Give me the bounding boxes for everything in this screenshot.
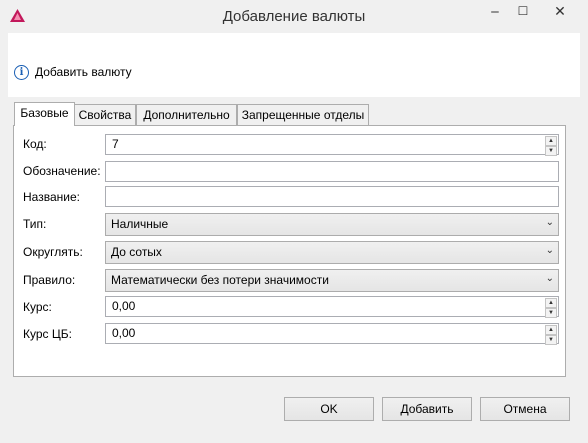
chevron-down-icon: ⌄ bbox=[545, 217, 554, 228]
type-label: Тип: bbox=[23, 217, 47, 231]
cb-rate-spin-buttons[interactable]: ▲ ▼ bbox=[545, 325, 557, 345]
cb-rate-label: Курс ЦБ: bbox=[23, 327, 72, 341]
code-stepper[interactable]: 7 ▲ ▼ bbox=[105, 134, 559, 156]
name-field[interactable] bbox=[105, 186, 559, 207]
dialog-window: Добавление валюты ‒ ☐ ✕ i Добавить валют… bbox=[0, 0, 588, 443]
code-value: 7 bbox=[112, 137, 119, 151]
rounding-label: Округлять: bbox=[23, 245, 83, 259]
header-banner: i Добавить валюту bbox=[8, 33, 580, 97]
info-icon: i bbox=[14, 65, 29, 80]
rate-spin-buttons[interactable]: ▲ ▼ bbox=[545, 298, 557, 318]
name-label: Название: bbox=[23, 190, 80, 204]
minimize-icon[interactable]: ‒ bbox=[482, 4, 508, 26]
designation-field[interactable] bbox=[105, 161, 559, 182]
maximize-icon[interactable]: ☐ bbox=[510, 4, 536, 26]
banner-text: Добавить валюту bbox=[35, 65, 132, 79]
cancel-button[interactable]: Отмена bbox=[480, 397, 570, 421]
type-select[interactable]: Наличные ⌄ bbox=[105, 213, 559, 236]
spin-up-icon[interactable]: ▲ bbox=[545, 298, 557, 308]
spin-up-icon[interactable]: ▲ bbox=[545, 325, 557, 335]
chevron-down-icon: ⌄ bbox=[545, 245, 554, 256]
basic-tab-panel: Код: 7 ▲ ▼ Обозначение: Название: Тип: Н… bbox=[13, 125, 566, 377]
cb-rate-stepper[interactable]: 0,00 ▲ ▼ bbox=[105, 323, 559, 345]
tab-basic[interactable]: Базовые bbox=[14, 102, 75, 126]
designation-label: Обозначение: bbox=[23, 164, 101, 178]
rounding-select[interactable]: До сотых ⌄ bbox=[105, 241, 559, 264]
rule-label: Правило: bbox=[23, 273, 76, 287]
title-bar[interactable]: Добавление валюты ‒ ☐ ✕ bbox=[0, 0, 588, 32]
tab-forbidden-departments[interactable]: Запрещенные отделы bbox=[237, 104, 369, 125]
code-label: Код: bbox=[23, 137, 47, 151]
code-spin-buttons[interactable]: ▲ ▼ bbox=[545, 136, 557, 156]
rate-stepper[interactable]: 0,00 ▲ ▼ bbox=[105, 296, 559, 318]
spin-down-icon[interactable]: ▼ bbox=[545, 308, 557, 318]
rate-label: Курс: bbox=[23, 300, 52, 314]
close-icon[interactable]: ✕ bbox=[540, 4, 580, 26]
spin-down-icon[interactable]: ▼ bbox=[545, 335, 557, 345]
chevron-down-icon: ⌄ bbox=[545, 273, 554, 284]
tab-additional[interactable]: Дополнительно bbox=[136, 104, 237, 125]
spin-up-icon[interactable]: ▲ bbox=[545, 136, 557, 146]
ok-button[interactable]: OK bbox=[284, 397, 374, 421]
rule-select[interactable]: Математически без потери значимости ⌄ bbox=[105, 269, 559, 292]
add-button[interactable]: Добавить bbox=[382, 397, 472, 421]
tab-properties[interactable]: Свойства bbox=[74, 104, 136, 125]
spin-down-icon[interactable]: ▼ bbox=[545, 146, 557, 156]
